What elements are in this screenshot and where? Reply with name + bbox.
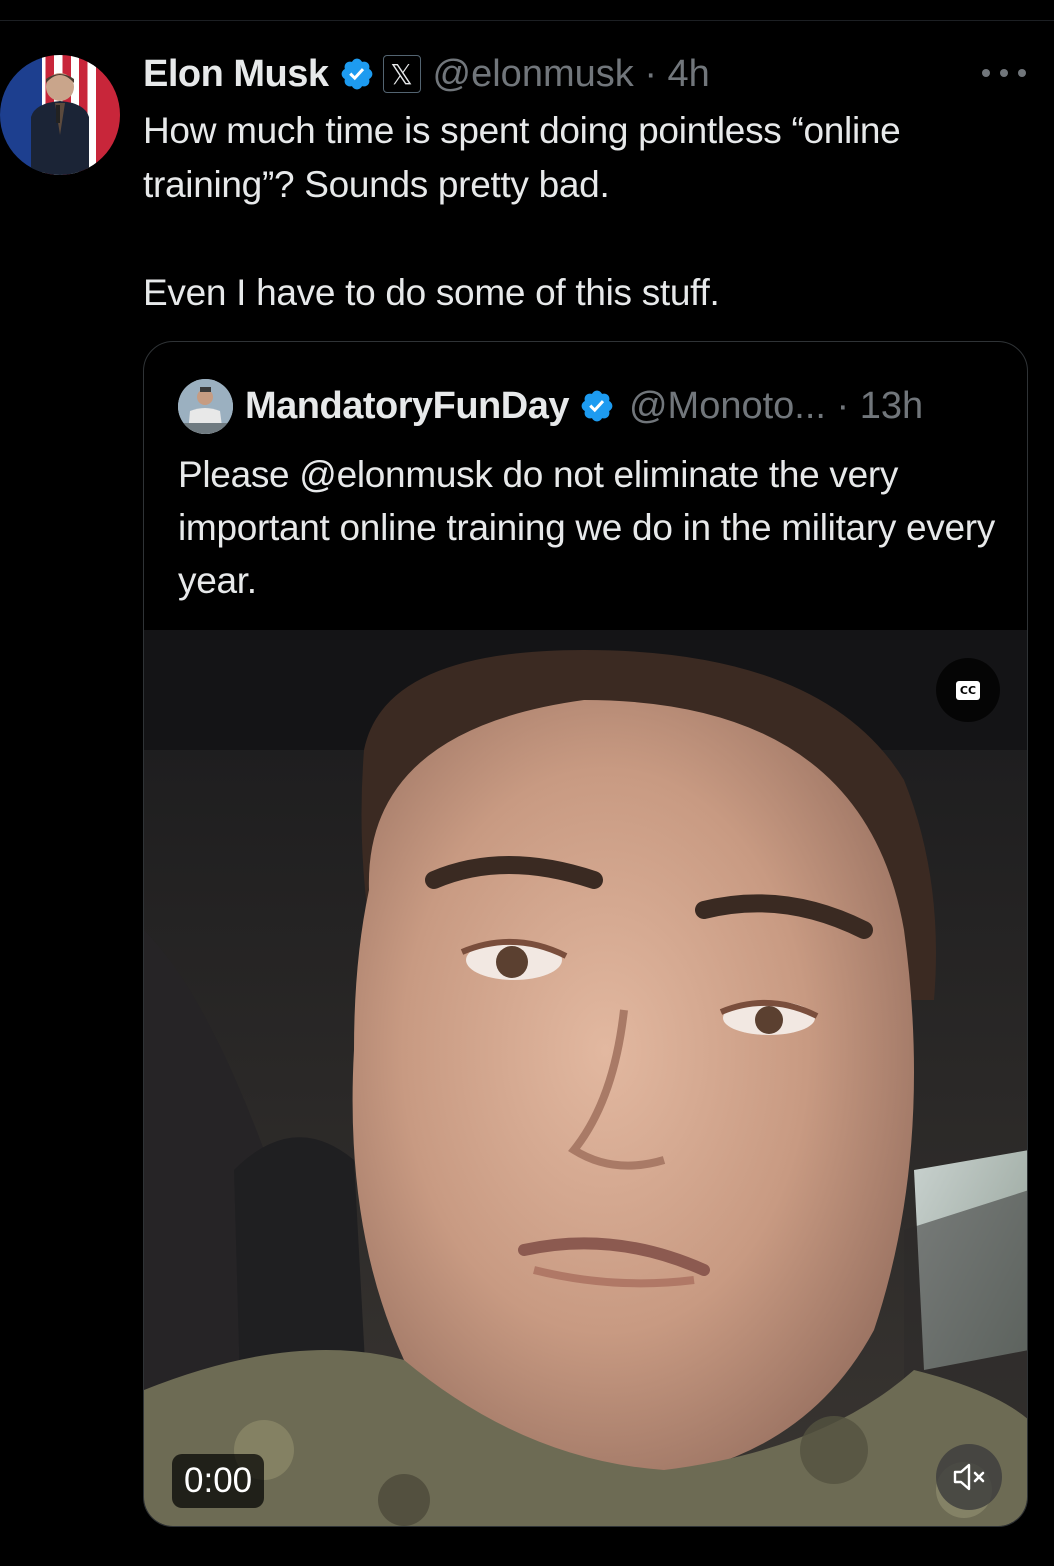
more-dot [982,69,990,77]
video-player[interactable]: CC 0:00 [144,630,1027,1526]
author-avatar-image [31,73,89,175]
tweet-body: How much time is spent doing pointless “… [143,104,1033,320]
quoted-author-name[interactable]: MandatoryFunDay [245,385,569,428]
author-name[interactable]: Elon Musk [143,53,329,96]
video-frame [144,630,1027,1526]
video-timestamp: 0:00 [172,1454,265,1508]
separator-dot: · [644,52,657,95]
quoted-avatar-image [178,378,233,434]
tweet-time[interactable]: 4h [668,53,710,95]
quoted-tweet[interactable]: MandatoryFunDay @Monoto... · 13h Please … [143,341,1028,1527]
author-handle[interactable]: @elonmusk · 4h [433,53,710,96]
muted-speaker-icon [953,1463,985,1491]
tweet-header: Elon Musk 𝕏 @elonmusk · 4h [143,50,710,98]
tweet-text-paragraph: How much time is spent doing pointless “… [143,110,901,205]
closed-captions-button[interactable]: CC [936,658,1000,722]
verified-badge-icon [341,58,372,90]
more-dot [1018,69,1026,77]
separator-dot: · [836,384,850,427]
quoted-author-handle[interactable]: @Monoto... · 13h [629,385,923,428]
closed-captions-icon: CC [956,680,980,700]
tweet-text-paragraph: Even I have to do some of this stuff. [143,272,720,313]
quoted-tweet-header: MandatoryFunDay @Monoto... · 13h [178,376,923,436]
author-avatar[interactable] [0,55,120,175]
verified-badge-icon [581,390,613,422]
mute-button[interactable] [936,1444,1002,1510]
x-logo-icon: 𝕏 [382,55,421,93]
quoted-tweet-time[interactable]: 13h [860,385,923,427]
quoted-author-avatar[interactable] [178,378,233,434]
more-options-icon[interactable] [982,58,1026,88]
top-divider [0,20,1054,21]
quoted-tweet-text: Please @elonmusk do not eliminate the ve… [178,454,995,601]
handle-text: @elonmusk [432,52,634,95]
quoted-handle-text: @Monoto... [628,384,826,427]
more-dot [1000,69,1008,77]
